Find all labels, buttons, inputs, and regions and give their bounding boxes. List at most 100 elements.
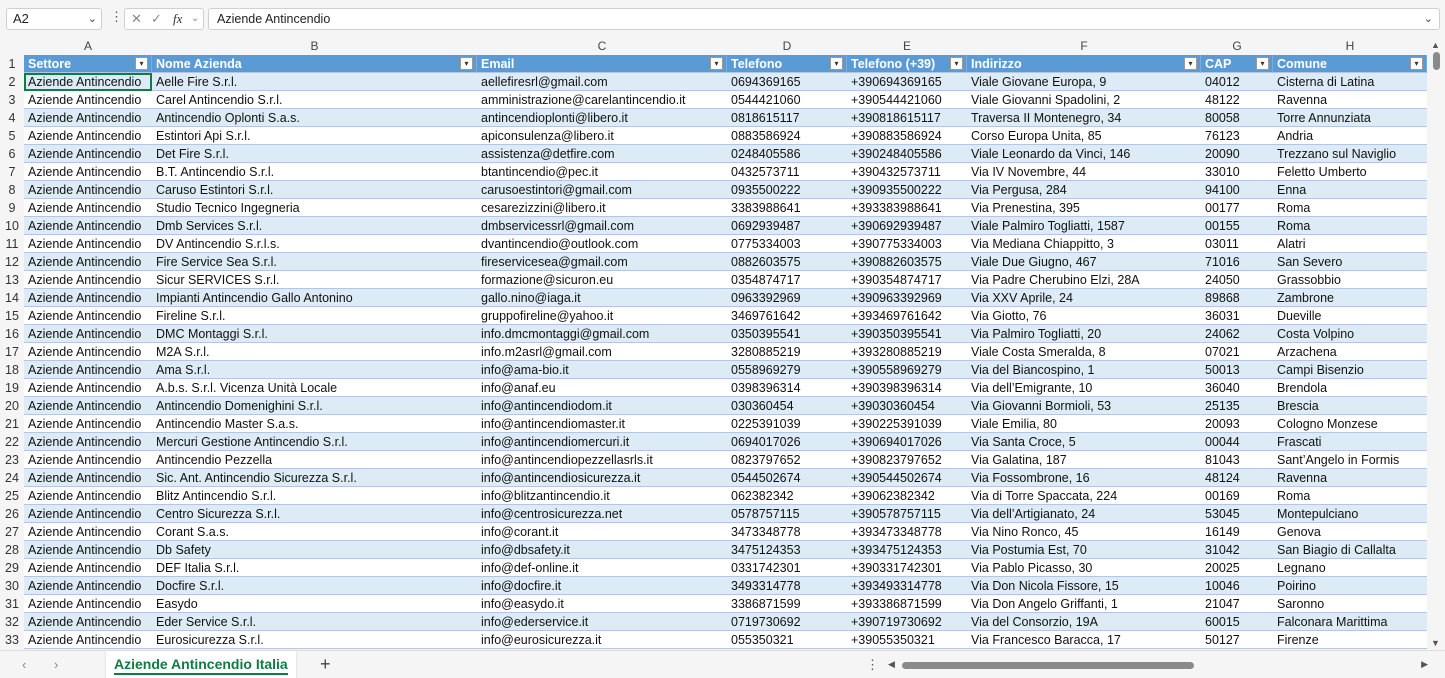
table-cell[interactable]: Montepulciano <box>1273 505 1427 523</box>
table-cell[interactable]: Via Santa Croce, 5 <box>967 433 1201 451</box>
row-number[interactable]: 23 <box>0 451 24 469</box>
table-cell[interactable]: Viale Leonardo da Vinci, 146 <box>967 145 1201 163</box>
horizontal-scrollbar[interactable]: ◀ ▶ <box>888 659 1428 671</box>
table-cell[interactable]: 21047 <box>1201 595 1273 613</box>
column-header-h[interactable]: H <box>1273 38 1427 55</box>
table-cell[interactable]: Falconara Marittima <box>1273 613 1427 631</box>
table-cell[interactable]: 04012 <box>1201 73 1273 91</box>
table-cell[interactable]: Aziende Antincendio <box>24 127 152 145</box>
filter-dropdown-icon[interactable]: ▾ <box>950 57 963 70</box>
table-cell[interactable]: San Severo <box>1273 253 1427 271</box>
table-cell[interactable]: 0354874717 <box>727 271 847 289</box>
row-number[interactable]: 13 <box>0 271 24 289</box>
table-cell[interactable]: Aziende Antincendio <box>24 307 152 325</box>
table-cell[interactable]: Zambrone <box>1273 289 1427 307</box>
table-cell[interactable]: gruppofireline@yahoo.it <box>477 307 727 325</box>
table-cell[interactable]: info@antincendiopezzellasrls.it <box>477 451 727 469</box>
table-cell[interactable]: dmbservicessrl@gmail.com <box>477 217 727 235</box>
table-cell[interactable]: Aziende Antincendio <box>24 361 152 379</box>
table-cell[interactable]: Aelle Fire S.r.l. <box>152 73 477 91</box>
table-cell[interactable]: Traversa II Montenegro, 34 <box>967 109 1201 127</box>
table-cell[interactable]: +390398396314 <box>847 379 967 397</box>
more-options-icon[interactable]: ⋮ <box>866 657 879 673</box>
table-cell[interactable]: +39062382342 <box>847 487 967 505</box>
table-cell[interactable]: 24050 <box>1201 271 1273 289</box>
table-cell[interactable]: +390225391039 <box>847 415 967 433</box>
row-number[interactable]: 18 <box>0 361 24 379</box>
row-number[interactable]: 27 <box>0 523 24 541</box>
table-cell[interactable]: info@ama-bio.it <box>477 361 727 379</box>
table-cell[interactable]: Via Galatina, 187 <box>967 451 1201 469</box>
table-cell[interactable]: 00044 <box>1201 433 1273 451</box>
table-cell[interactable]: 81043 <box>1201 451 1273 469</box>
table-cell[interactable]: +39030360454 <box>847 397 967 415</box>
table-cell[interactable]: 0883586924 <box>727 127 847 145</box>
table-cell[interactable]: 0694369165 <box>727 73 847 91</box>
table-cell[interactable]: Db Safety <box>152 541 477 559</box>
table-cell[interactable]: 0578757115 <box>727 505 847 523</box>
table-cell[interactable]: 3493314778 <box>727 577 847 595</box>
table-cell[interactable]: Alatri <box>1273 235 1427 253</box>
table-cell[interactable]: info@antincendiomercuri.it <box>477 433 727 451</box>
table-header-cell[interactable]: Settore ▾ <box>24 55 152 73</box>
table-cell[interactable]: Via di Torre Spaccata, 224 <box>967 487 1201 505</box>
table-cell[interactable]: 3469761642 <box>727 307 847 325</box>
table-cell[interactable]: Legnano <box>1273 559 1427 577</box>
table-cell[interactable]: 0544502674 <box>727 469 847 487</box>
table-cell[interactable]: B.T. Antincendio S.r.l. <box>152 163 477 181</box>
table-cell[interactable]: 36031 <box>1201 307 1273 325</box>
table-cell[interactable]: +390432573711 <box>847 163 967 181</box>
column-header-e[interactable]: E <box>847 38 967 55</box>
table-cell[interactable]: +390719730692 <box>847 613 967 631</box>
row-number[interactable]: 17 <box>0 343 24 361</box>
table-cell[interactable]: 0823797652 <box>727 451 847 469</box>
table-cell[interactable]: Aziende Antincendio <box>24 505 152 523</box>
table-cell[interactable]: 0544421060 <box>727 91 847 109</box>
table-cell[interactable]: 80058 <box>1201 109 1273 127</box>
table-cell[interactable]: info@eurosicurezza.it <box>477 631 727 649</box>
table-cell[interactable]: Carel Antincendio S.r.l. <box>152 91 477 109</box>
formula-input[interactable]: Aziende Antincendio ⌄ <box>208 8 1440 30</box>
row-number[interactable]: 32 <box>0 613 24 631</box>
row-number[interactable]: 16 <box>0 325 24 343</box>
table-cell[interactable]: 0818615117 <box>727 109 847 127</box>
table-cell[interactable]: info@antincendiomaster.it <box>477 415 727 433</box>
row-number[interactable]: 2 <box>0 73 24 91</box>
table-cell[interactable]: +390544502674 <box>847 469 967 487</box>
table-cell[interactable]: 20025 <box>1201 559 1273 577</box>
table-cell[interactable]: 16149 <box>1201 523 1273 541</box>
filter-dropdown-icon[interactable]: ▾ <box>1256 57 1269 70</box>
table-cell[interactable]: Det Fire S.r.l. <box>152 145 477 163</box>
row-number[interactable]: 20 <box>0 397 24 415</box>
table-cell[interactable]: 60015 <box>1201 613 1273 631</box>
table-cell[interactable]: 94100 <box>1201 181 1273 199</box>
table-cell[interactable]: 0331742301 <box>727 559 847 577</box>
table-cell[interactable]: DV Antincendio S.r.l.s. <box>152 235 477 253</box>
table-cell[interactable]: 25135 <box>1201 397 1273 415</box>
table-cell[interactable]: 055350321 <box>727 631 847 649</box>
filter-dropdown-icon[interactable]: ▾ <box>830 57 843 70</box>
table-cell[interactable]: 33010 <box>1201 163 1273 181</box>
table-cell[interactable]: Dueville <box>1273 307 1427 325</box>
table-cell[interactable]: Aziende Antincendio <box>24 415 152 433</box>
table-cell[interactable]: A.b.s. S.r.l. Vicenza Unità Locale <box>152 379 477 397</box>
table-cell[interactable]: Via Giotto, 76 <box>967 307 1201 325</box>
filter-dropdown-icon[interactable]: ▾ <box>135 57 148 70</box>
table-cell[interactable]: 0935500222 <box>727 181 847 199</box>
table-cell[interactable]: info@antincendiodom.it <box>477 397 727 415</box>
filter-dropdown-icon[interactable]: ▾ <box>1184 57 1197 70</box>
table-cell[interactable]: +390248405586 <box>847 145 967 163</box>
table-cell[interactable]: Viale Emilia, 80 <box>967 415 1201 433</box>
table-cell[interactable]: 31042 <box>1201 541 1273 559</box>
scroll-left-icon[interactable]: ◀ <box>888 659 895 670</box>
filter-dropdown-icon[interactable]: ▾ <box>710 57 723 70</box>
table-cell[interactable]: San Biagio di Callalta <box>1273 541 1427 559</box>
row-number[interactable]: 22 <box>0 433 24 451</box>
table-cell[interactable]: 0963392969 <box>727 289 847 307</box>
sheet-tab-aziende-antincendio-italia[interactable]: Aziende Antincendio Italia <box>106 651 296 678</box>
chevron-right-icon[interactable]: › <box>54 657 58 672</box>
select-all-corner[interactable] <box>0 38 24 55</box>
table-cell[interactable]: info@ederservice.it <box>477 613 727 631</box>
table-cell[interactable]: Docfire S.r.l. <box>152 577 477 595</box>
table-cell[interactable]: Roma <box>1273 199 1427 217</box>
